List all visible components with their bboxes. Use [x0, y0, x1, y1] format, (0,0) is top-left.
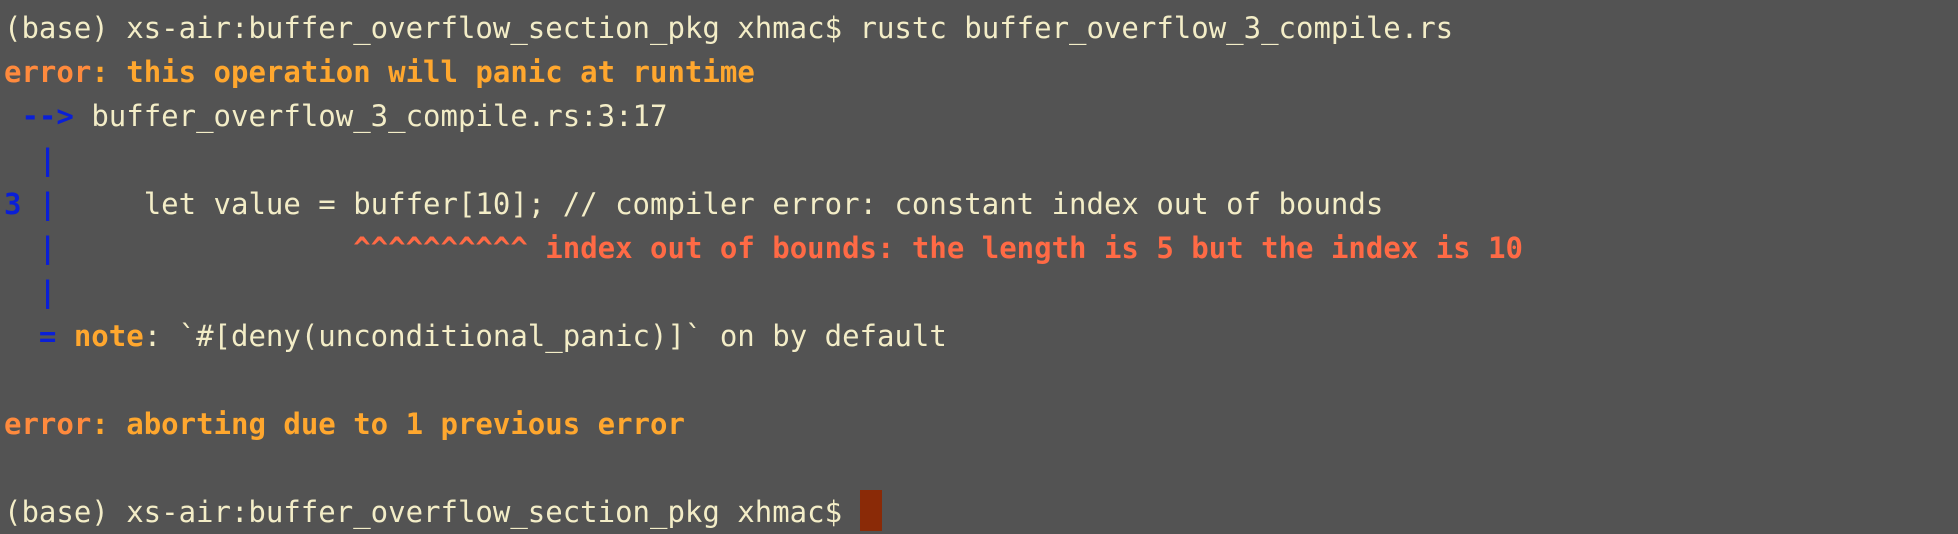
- error-annotation: index out of bounds: the length is 5 but…: [527, 231, 1524, 265]
- note-line: = note: `#[deny(unconditional_panic)]` o…: [4, 314, 1958, 358]
- gutter-line: |: [4, 270, 1958, 314]
- gutter-bar: |: [4, 275, 57, 309]
- text-cursor: [859, 490, 882, 531]
- source-code-line: 3 | let value = buffer[10]; // compiler …: [4, 182, 1958, 226]
- gutter-line: |: [4, 138, 1958, 182]
- line-number: 3: [4, 187, 22, 221]
- gutter-bar: |: [21, 187, 57, 221]
- error-header-line: error: this operation will panic at runt…: [4, 50, 1958, 94]
- prompt-line[interactable]: (base) xs-air:buffer_overflow_section_pk…: [4, 490, 1958, 534]
- location-line: --> buffer_overflow_3_compile.rs:3:17: [4, 94, 1958, 138]
- note-text: : `#[deny(unconditional_panic)]` on by d…: [143, 319, 947, 353]
- terminal-window[interactable]: (base) xs-air:buffer_overflow_section_pk…: [0, 0, 1958, 532]
- error-message: : aborting due to 1 previous error: [91, 407, 685, 441]
- error-label: error: [4, 407, 92, 441]
- annotation-line: | ^^^^^^^^^^ index out of bounds: the le…: [4, 226, 1958, 270]
- shell-prompt: (base) xs-air:buffer_overflow_section_pk…: [4, 11, 860, 45]
- note-equals: =: [4, 319, 74, 353]
- caret-padding: [56, 231, 353, 265]
- error-message: : this operation will panic at runtime: [91, 55, 755, 89]
- error-label: error: [4, 55, 92, 89]
- note-label: note: [73, 319, 144, 353]
- shell-prompt: (base) xs-air:buffer_overflow_section_pk…: [4, 495, 860, 529]
- error-carets: ^^^^^^^^^^: [353, 231, 528, 265]
- gutter-bar: |: [4, 231, 57, 265]
- error-summary-line: error: aborting due to 1 previous error: [4, 402, 1958, 446]
- location-text: buffer_overflow_3_compile.rs:3:17: [91, 99, 668, 133]
- source-code: let value = buffer[10]; // compiler erro…: [56, 187, 1384, 221]
- command-text: rustc buffer_overflow_3_compile.rs: [859, 11, 1454, 45]
- command-line: (base) xs-air:buffer_overflow_section_pk…: [4, 6, 1958, 50]
- gutter-bar: |: [4, 143, 57, 177]
- location-arrow: -->: [4, 99, 92, 133]
